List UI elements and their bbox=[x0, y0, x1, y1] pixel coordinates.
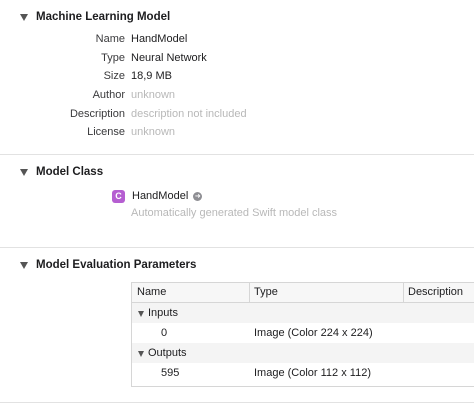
param-type: Image (Color 224 x 224) bbox=[254, 327, 373, 339]
evaluation-section-header[interactable]: Model Evaluation Parameters bbox=[0, 256, 196, 274]
property-label: Type bbox=[101, 52, 125, 64]
property-value: 18,9 MB bbox=[131, 70, 172, 82]
class-description: Automatically generated Swift model clas… bbox=[131, 207, 338, 219]
column-divider[interactable] bbox=[249, 283, 250, 302]
property-value: unknown bbox=[131, 126, 176, 138]
property-row-author: Author unknown bbox=[0, 89, 474, 105]
property-row-description: Description description not included bbox=[0, 108, 474, 124]
column-header-name[interactable]: Name bbox=[137, 286, 166, 298]
disclosure-triangle-icon[interactable] bbox=[20, 261, 28, 269]
group-label: Outputs bbox=[148, 347, 187, 359]
table-row[interactable]: 595 Image (Color 112 x 112) bbox=[132, 363, 474, 383]
property-label: Author bbox=[92, 89, 125, 101]
property-label: Description bbox=[69, 108, 125, 120]
section-title: Model Evaluation Parameters bbox=[36, 259, 197, 271]
property-row-name: Name HandModel bbox=[0, 33, 474, 49]
property-value: HandModel bbox=[131, 33, 188, 45]
table-row[interactable]: 0 Image (Color 224 x 224) bbox=[132, 323, 474, 343]
class-name: HandModel bbox=[132, 190, 189, 202]
property-row-size: Size 18,9 MB bbox=[0, 70, 474, 86]
column-divider[interactable] bbox=[403, 283, 404, 302]
disclosure-triangle-icon[interactable] bbox=[20, 13, 28, 21]
group-label: Inputs bbox=[148, 307, 178, 319]
disclosure-triangle-icon[interactable] bbox=[20, 168, 28, 176]
section-title: Machine Learning Model bbox=[36, 11, 171, 23]
disclosure-triangle-icon[interactable] bbox=[138, 351, 144, 357]
model-class-row: C HandModel ➜ bbox=[112, 189, 203, 203]
parameters-table: Name Type Description Inputs 0 Image (Co… bbox=[131, 282, 474, 387]
property-label: License bbox=[87, 126, 125, 138]
column-header-description[interactable]: Description bbox=[408, 286, 463, 298]
param-name: 0 bbox=[161, 327, 168, 339]
param-type: Image (Color 112 x 112) bbox=[254, 367, 371, 379]
property-value: unknown bbox=[131, 89, 176, 101]
model-class-section-header[interactable]: Model Class bbox=[0, 163, 103, 181]
disclosure-triangle-icon[interactable] bbox=[138, 311, 144, 317]
swift-class-icon: C bbox=[112, 189, 125, 203]
section-divider bbox=[0, 247, 474, 248]
column-header-type[interactable]: Type bbox=[254, 286, 278, 298]
property-value: description not included bbox=[131, 108, 247, 120]
section-title: Model Class bbox=[36, 166, 104, 178]
section-divider bbox=[0, 154, 474, 155]
property-value: Neural Network bbox=[131, 52, 207, 64]
property-row-license: License unknown bbox=[0, 126, 474, 142]
section-divider bbox=[0, 402, 474, 403]
navigate-arrow-icon[interactable]: ➜ bbox=[193, 191, 203, 201]
table-group-row-outputs[interactable]: Outputs bbox=[132, 343, 474, 363]
table-header: Name Type Description bbox=[132, 283, 474, 303]
property-label: Size bbox=[103, 70, 125, 82]
param-name: 595 bbox=[161, 367, 180, 379]
property-row-type: Type Neural Network bbox=[0, 52, 474, 68]
ml-model-section-header[interactable]: Machine Learning Model bbox=[0, 8, 170, 26]
table-group-row-inputs[interactable]: Inputs bbox=[132, 303, 474, 323]
property-label: Name bbox=[95, 33, 125, 45]
